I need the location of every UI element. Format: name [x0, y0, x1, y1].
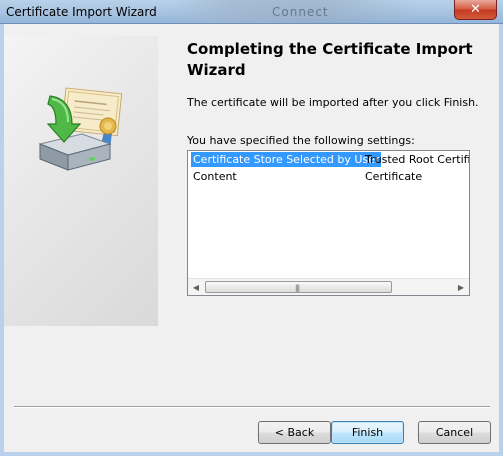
- finish-button[interactable]: Finish: [331, 421, 404, 444]
- page-title: Completing the Certificate Import Wizard: [187, 40, 473, 79]
- cancel-button[interactable]: Cancel: [418, 421, 491, 444]
- settings-list[interactable]: Certificate Store Selected by User Trust…: [187, 150, 470, 296]
- window-frame: Completing the Certificate Import Wizard…: [0, 24, 503, 456]
- list-item[interactable]: Certificate Store Selected by User Trust…: [188, 152, 469, 169]
- scroll-thumb[interactable]: |||: [205, 281, 392, 293]
- button-divider: [14, 406, 490, 408]
- list-item[interactable]: Content Certificate: [188, 169, 469, 186]
- setting-name: Content: [193, 170, 237, 183]
- certificate-import-icon: [38, 87, 123, 171]
- settings-label: You have specified the following setting…: [187, 134, 415, 147]
- scroll-left-icon[interactable]: ◀: [188, 279, 204, 295]
- setting-value: Trusted Root Certification Authorities: [365, 153, 469, 166]
- setting-value: Certificate: [365, 170, 423, 183]
- wizard-client-area: Completing the Certificate Import Wizard…: [4, 24, 499, 452]
- scroll-right-icon[interactable]: ▶: [453, 279, 469, 295]
- window-title: Certificate Import Wizard: [6, 5, 157, 19]
- back-button[interactable]: < Back: [258, 421, 331, 444]
- close-icon: ✕: [470, 2, 481, 17]
- close-button[interactable]: ✕: [454, 0, 497, 20]
- background-window-title: Connect: [272, 5, 329, 19]
- completion-description: The certificate will be imported after y…: [187, 96, 479, 109]
- setting-name: Certificate Store Selected by User: [191, 152, 382, 167]
- horizontal-scrollbar[interactable]: ◀ ||| ▶: [188, 278, 469, 295]
- wizard-banner: [4, 36, 158, 326]
- title-bar[interactable]: Certificate Import Wizard Connect ✕: [0, 0, 503, 24]
- grip-icon: |||: [295, 284, 300, 292]
